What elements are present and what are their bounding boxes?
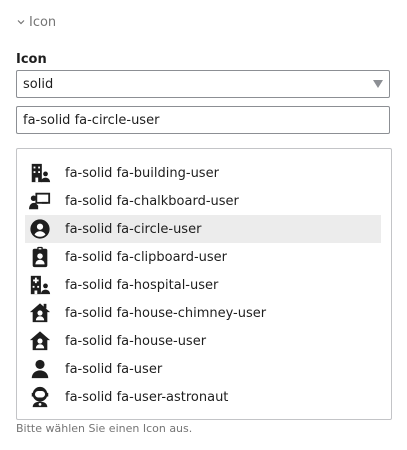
- icon-option-house-chimney-user[interactable]: fa-solid fa-house-chimney-user: [25, 299, 381, 327]
- icon-option-house-user[interactable]: fa-solid fa-house-user: [25, 327, 381, 355]
- icon-option-chalkboard-user[interactable]: fa-solid fa-chalkboard-user: [25, 187, 381, 215]
- hospital-user-icon: [29, 274, 51, 296]
- icon-option-label: fa-solid fa-user-astronaut: [65, 389, 229, 405]
- icon-list: fa-solid fa-building-user fa-solid fa-cha…: [16, 148, 392, 420]
- help-text: Bitte wählen Sie einen Icon aus.: [16, 422, 193, 435]
- circle-user-icon: [29, 218, 51, 240]
- icon-option-hospital-user[interactable]: fa-solid fa-hospital-user: [25, 271, 381, 299]
- icon-option-user[interactable]: fa-solid fa-user: [25, 355, 381, 383]
- icon-option-label: fa-solid fa-clipboard-user: [65, 249, 228, 265]
- icon-style-select-value: solid: [23, 76, 54, 92]
- section-toggle[interactable]: Icon: [16, 12, 56, 32]
- icon-option-label: fa-solid fa-circle-user: [65, 221, 202, 237]
- icon-option-label: fa-solid fa-hospital-user: [65, 277, 219, 293]
- user-icon: [29, 358, 51, 380]
- icon-search-input[interactable]: [16, 106, 390, 134]
- clipboard-user-icon: [29, 246, 51, 268]
- house-user-icon: [29, 330, 51, 352]
- section-title: Icon: [29, 14, 57, 30]
- icon-option-label: fa-solid fa-house-chimney-user: [65, 305, 267, 321]
- icon-option-label: fa-solid fa-house-user: [65, 333, 207, 349]
- chalkboard-user-icon: [29, 190, 51, 212]
- icon-option-label: fa-solid fa-building-user: [65, 165, 219, 181]
- chevron-down-icon: [17, 20, 25, 25]
- icon-field-label: Icon: [16, 52, 47, 67]
- user-astronaut-icon: [29, 386, 51, 408]
- dropdown-arrow-icon: [373, 80, 383, 88]
- icon-option-label: fa-solid fa-chalkboard-user: [65, 193, 239, 209]
- icon-option-user-astronaut[interactable]: fa-solid fa-user-astronaut: [25, 383, 381, 411]
- icon-option-label: fa-solid fa-user: [65, 361, 163, 377]
- icon-option-building-user[interactable]: fa-solid fa-building-user: [25, 159, 381, 187]
- icon-option-clipboard-user[interactable]: fa-solid fa-clipboard-user: [25, 243, 381, 271]
- icon-option-circle-user[interactable]: fa-solid fa-circle-user: [25, 215, 381, 243]
- building-user-icon: [29, 162, 51, 184]
- icon-style-select[interactable]: solid: [16, 70, 390, 98]
- house-chimney-user-icon: [29, 302, 51, 324]
